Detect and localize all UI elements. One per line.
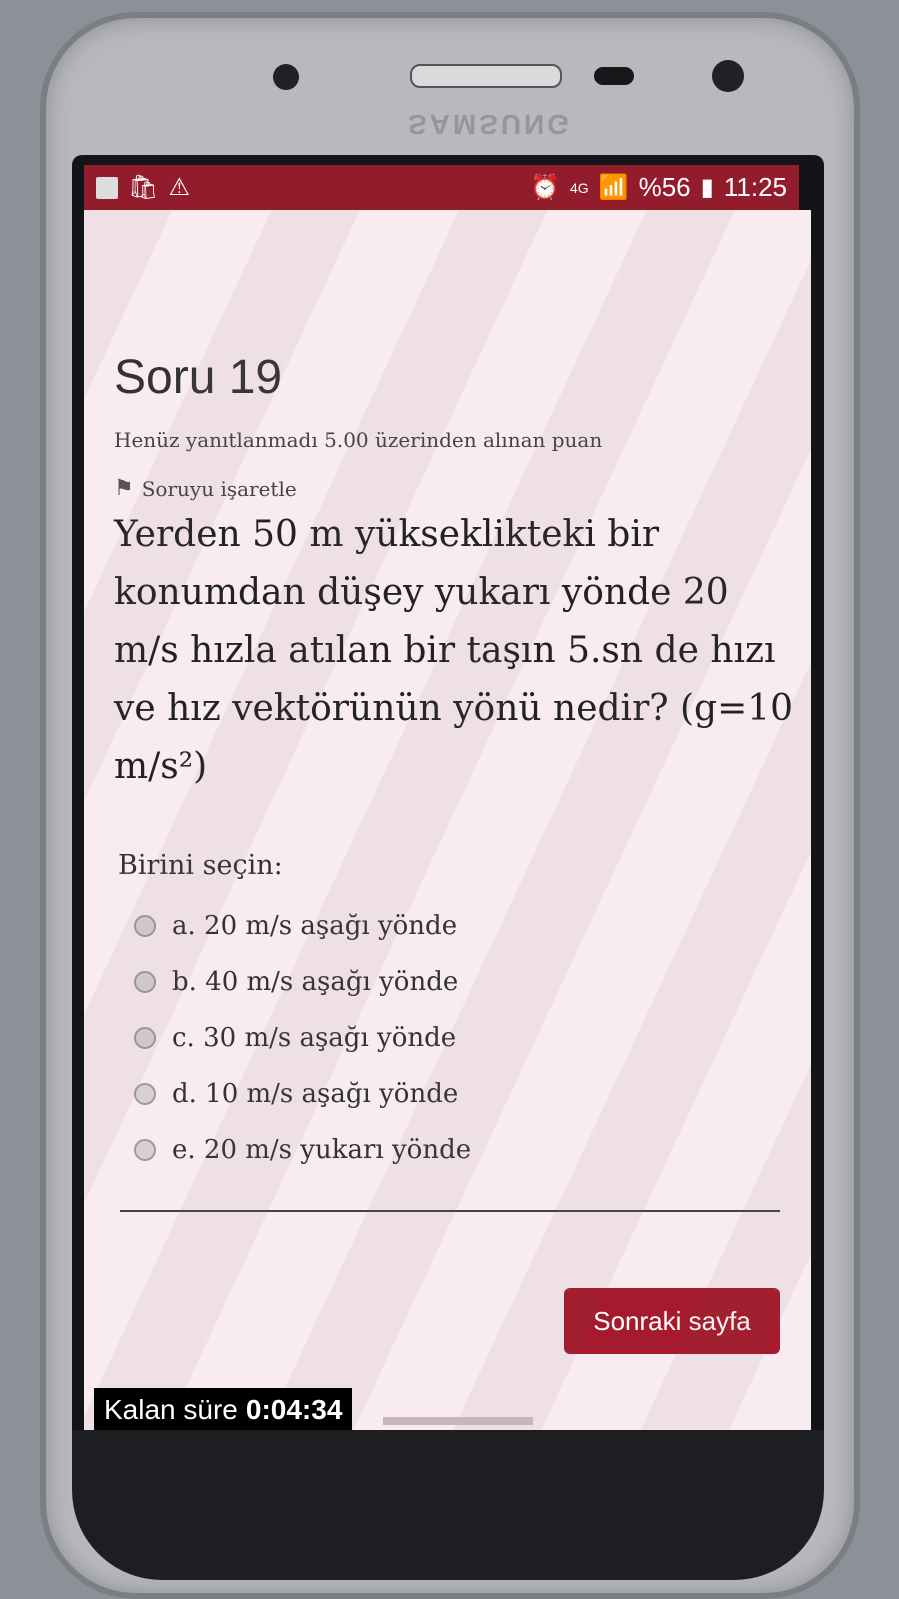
answer-list: a. 20 m/s aşağı yönde b. 40 m/s aşağı yö… [134,898,471,1178]
phone-bottom-bezel [72,1430,824,1580]
answer-prompt: Birini seçin: [118,850,283,881]
timer-label: Kalan süre [104,1394,238,1425]
warning-icon: ⚠ [168,173,190,201]
question-title: Soru 19 [114,351,283,404]
answer-option-c[interactable]: c. 30 m/s aşağı yönde [134,1010,471,1066]
notification-icon [96,176,118,199]
radio-button-icon[interactable] [134,915,156,937]
alarm-icon: ⏰ [530,173,561,201]
network-type: 4G [570,179,589,196]
flag-icon: ⚑ [114,476,134,501]
timer-value: 0:04:34 [245,1394,343,1425]
question-text: Yerden 50 m yükseklikteki bir konumdan d… [114,514,794,787]
divider [120,1210,780,1212]
camera-icon [273,64,299,90]
battery-percent: %56 [638,172,691,202]
device-brand: SAMSUNG [407,109,573,140]
battery-icon: ▮ [700,173,714,201]
status-left-icons: 🛍 ⚠ [96,173,190,201]
answer-label: c. 30 m/s aşağı yönde [172,1023,457,1053]
answer-option-d[interactable]: d. 10 m/s aşağı yönde [134,1066,471,1122]
radio-button-icon[interactable] [134,1027,156,1049]
answer-option-e[interactable]: e. 20 m/s yukarı yönde [134,1122,471,1178]
clock: 11:25 [723,172,787,202]
status-right-icons: ⏰ 4G 📶 %56 ▮ 11:25 [530,172,787,203]
answer-label: a. 20 m/s aşağı yönde [172,911,458,941]
answer-label: b. 40 m/s aşağı yönde [172,967,459,997]
time-remaining: Kalan süre 0:04:34 [94,1388,353,1432]
earpiece [410,64,562,88]
signal-icon: 📶 [598,173,629,201]
flag-question-link[interactable]: ⚑ Soruyu işaretle [114,476,297,501]
flag-label: Soruyu işaretle [141,476,297,501]
answer-label: d. 10 m/s aşağı yönde [172,1079,459,1109]
quiz-screen: Soru 19 Henüz yanıtlanmadı 5.00 üzerinde… [84,210,811,1430]
front-camera-icon [712,60,744,92]
answer-option-a[interactable]: a. 20 m/s aşağı yönde [134,898,471,954]
store-icon: 🛍 [128,173,159,201]
partially-visible-text [383,1417,533,1425]
status-bar: 🛍 ⚠ ⏰ 4G 📶 %56 ▮ 11:25 [84,165,799,210]
radio-button-icon[interactable] [134,1083,156,1105]
radio-button-icon[interactable] [134,1139,156,1161]
answer-option-b[interactable]: b. 40 m/s aşağı yönde [134,954,471,1010]
next-page-button[interactable]: Sonraki sayfa [564,1288,780,1354]
question-meta: Henüz yanıtlanmadı 5.00 üzerinden alınan… [114,428,603,452]
proximity-sensor [594,67,634,85]
radio-button-icon[interactable] [134,971,156,993]
answer-label: e. 20 m/s yukarı yönde [172,1135,472,1165]
